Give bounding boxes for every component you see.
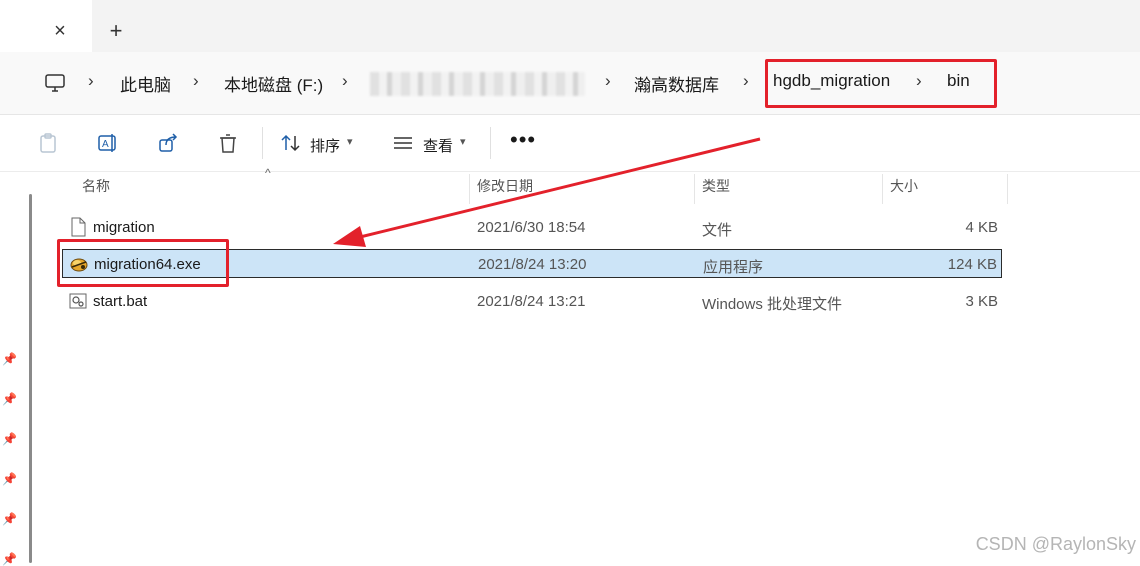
batch-file-icon	[69, 293, 87, 309]
sort-icon[interactable]	[280, 132, 302, 154]
view-button[interactable]: 查看	[423, 135, 453, 156]
toolbar-divider	[490, 127, 491, 159]
more-options-button[interactable]: •••	[510, 127, 536, 153]
file-modified: 2021/8/24 13:20	[478, 256, 587, 273]
watermark: CSDN @RaylonSky	[975, 534, 1136, 554]
tab-bar: × +	[0, 0, 1140, 52]
file-row[interactable]: start.bat 2021/8/24 13:21 Windows 批处理文件 …	[62, 287, 1002, 316]
column-header-type[interactable]: 类型	[702, 176, 730, 196]
breadcrumb-separator-icon: ›	[743, 71, 749, 90]
close-tab-button[interactable]: ×	[49, 20, 71, 42]
file-size: 3 KB	[965, 293, 998, 310]
file-size: 4 KB	[965, 219, 998, 236]
rename-icon[interactable]: A	[97, 132, 119, 154]
column-divider[interactable]	[469, 174, 470, 204]
file-type: 文件	[702, 222, 733, 239]
view-icon[interactable]	[392, 132, 414, 154]
pin-icon: 📌	[2, 472, 17, 486]
pin-icon: 📌	[2, 392, 17, 406]
this-pc-icon[interactable]	[44, 72, 66, 94]
path-highlight-box	[765, 59, 997, 108]
column-header-size[interactable]: 大小	[890, 176, 918, 196]
file-modified: 2021/6/30 18:54	[477, 219, 586, 236]
new-tab-button[interactable]: +	[104, 20, 128, 44]
breadcrumb-local-disk[interactable]: 本地磁盘 (F:)	[224, 71, 323, 96]
file-highlight-box	[57, 239, 229, 287]
pin-icon: 📌	[2, 552, 17, 566]
breadcrumb-separator-icon: ›	[342, 71, 348, 90]
column-divider[interactable]	[1007, 174, 1008, 204]
command-toolbar: A 排序 ▾ 查看 ▾ •••	[0, 115, 1140, 172]
breadcrumb-separator-icon: ›	[605, 71, 611, 90]
pin-icon: 📌	[2, 512, 17, 526]
toolbar-divider	[262, 127, 263, 159]
breadcrumb-separator-icon: ›	[193, 71, 199, 90]
column-header-name[interactable]: 名称	[82, 176, 110, 196]
file-name[interactable]: migration	[93, 219, 155, 236]
sort-button[interactable]: 排序	[310, 135, 340, 156]
column-header-modified[interactable]: 修改日期	[477, 176, 533, 196]
chevron-down-icon: ▾	[347, 136, 353, 148]
file-name[interactable]: start.bat	[93, 293, 147, 310]
file-size: 124 KB	[947, 256, 997, 273]
svg-text:A: A	[102, 139, 109, 150]
file-modified: 2021/8/24 13:21	[477, 293, 586, 310]
breadcrumb-redacted-folder[interactable]	[370, 72, 585, 96]
file-type: Windows 批处理文件	[702, 296, 843, 313]
file-type: 应用程序	[703, 259, 764, 276]
sort-ascending-icon: ^	[265, 166, 271, 180]
pin-icon: 📌	[2, 352, 17, 366]
column-divider[interactable]	[694, 174, 695, 204]
paste-icon[interactable]	[37, 132, 59, 154]
breadcrumb-hgdb-folder[interactable]: 瀚高数据库	[634, 71, 719, 96]
column-divider[interactable]	[882, 174, 883, 204]
pin-icon: 📌	[2, 432, 17, 446]
breadcrumb-this-pc[interactable]: 此电脑	[120, 71, 171, 96]
share-icon[interactable]	[157, 132, 179, 154]
chevron-down-icon: ▾	[460, 136, 466, 148]
delete-icon[interactable]	[217, 132, 239, 154]
active-tab[interactable]: ×	[0, 0, 92, 52]
breadcrumb-separator-icon: ›	[88, 71, 94, 90]
navigation-scrollbar[interactable]	[29, 194, 32, 563]
file-row[interactable]: migration 2021/6/30 18:54 文件 4 KB	[62, 213, 1002, 242]
blank-file-icon	[71, 217, 86, 237]
